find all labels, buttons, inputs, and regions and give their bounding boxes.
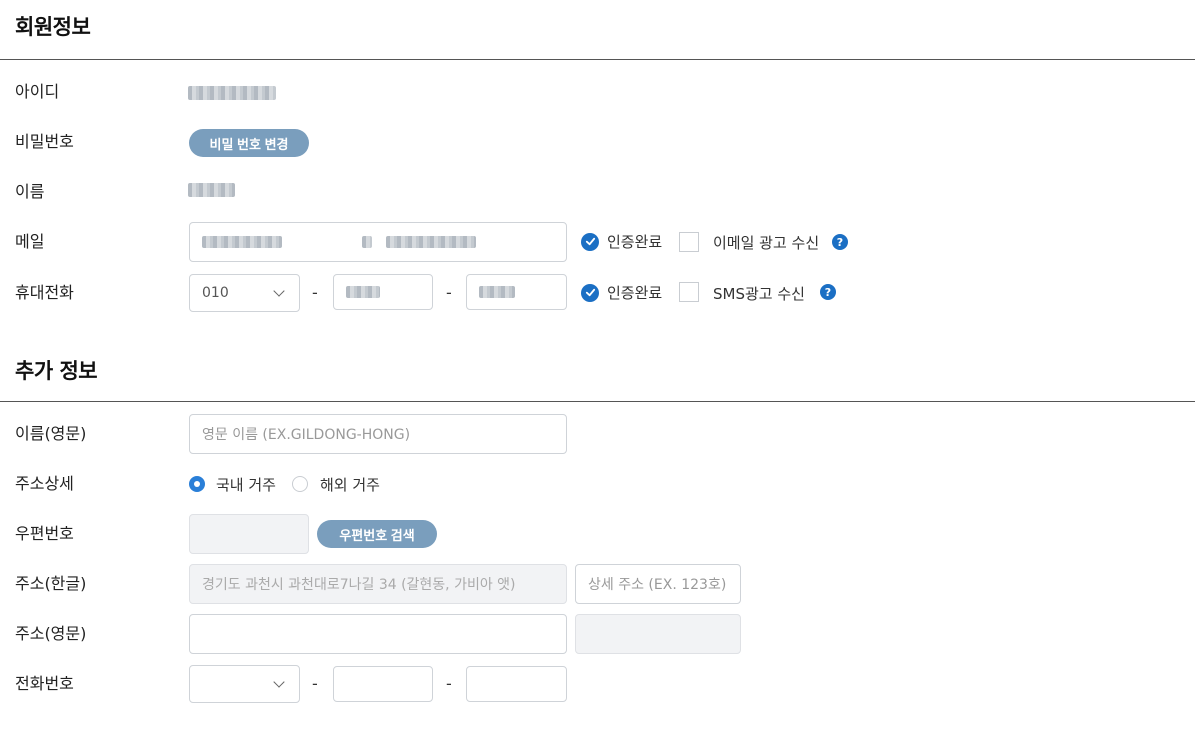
sms-ad-help-icon[interactable]: ?: [820, 284, 836, 300]
overseas-label: 해외 거주: [320, 476, 380, 494]
extra-info-title: 추가 정보: [15, 359, 98, 383]
masked-email-local: [202, 236, 282, 248]
english-name-placeholder: 영문 이름 (EX.GILDONG-HONG): [202, 427, 411, 443]
masked-phone-last: [479, 286, 515, 298]
masked-phone-middle: [346, 286, 380, 298]
email-ad-help-icon[interactable]: ?: [832, 234, 848, 250]
phone-verified-status: 인증완료: [581, 282, 662, 303]
masked-name-value: [188, 183, 235, 197]
tel-prefix-select[interactable]: [189, 665, 300, 703]
phone-last-input[interactable]: [466, 274, 567, 310]
overseas-radio[interactable]: [292, 476, 308, 492]
tel-separator-1: -: [312, 674, 318, 693]
email-label: 메일: [15, 232, 45, 251]
address-kr-input: 경기도 과천시 과천대로7나길 34 (갈현동, 가비아 앳): [189, 564, 567, 604]
chevron-down-icon: [273, 676, 285, 688]
masked-email-at: [362, 236, 372, 248]
extra-info-divider: [0, 401, 1195, 402]
zipcode-input: [189, 514, 309, 554]
check-circle-icon: [581, 283, 599, 302]
phone-separator-1: -: [312, 283, 318, 302]
member-info-title: 회원정보: [15, 15, 91, 39]
address-detail-placeholder: 상세 주소 (EX. 123호): [588, 577, 727, 593]
masked-email-domain: [386, 236, 476, 248]
address-en-label: 주소(영문): [15, 624, 87, 643]
zipcode-label: 우편번호: [15, 524, 74, 543]
phone-prefix-value: 010: [202, 285, 229, 301]
phone-label: 휴대전화: [15, 283, 74, 302]
tel-separator-2: -: [446, 674, 452, 693]
sms-ad-label: SMS광고 수신: [713, 285, 805, 303]
phone-separator-2: -: [446, 283, 452, 302]
tel-middle-input[interactable]: [333, 666, 433, 702]
member-info-divider: [0, 59, 1195, 60]
zipcode-search-button[interactable]: 우편번호 검색: [317, 520, 437, 548]
phone-verified-text: 인증완료: [607, 284, 663, 302]
domestic-radio[interactable]: [189, 476, 205, 492]
english-name-input[interactable]: 영문 이름 (EX.GILDONG-HONG): [189, 414, 567, 454]
tel-last-input[interactable]: [466, 666, 567, 702]
chevron-down-icon: [273, 285, 285, 297]
email-ad-label: 이메일 광고 수신: [713, 234, 820, 252]
address-type-label: 주소상세: [15, 474, 74, 493]
email-ad-checkbox[interactable]: [679, 232, 699, 252]
sms-ad-checkbox[interactable]: [679, 282, 699, 302]
email-input[interactable]: [189, 222, 567, 262]
address-kr-label: 주소(한글): [15, 574, 87, 593]
email-verified-status: 인증완료: [581, 231, 662, 252]
address-kr-placeholder: 경기도 과천시 과천대로7나길 34 (갈현동, 가비아 앳): [202, 577, 516, 593]
address-en-detail-input: [575, 614, 741, 654]
name-label: 이름: [15, 182, 45, 201]
password-label: 비밀번호: [15, 132, 74, 151]
masked-id-value: [188, 86, 276, 100]
change-password-button[interactable]: 비밀 번호 변경: [189, 129, 309, 157]
email-verified-text: 인증완료: [607, 233, 663, 251]
tel-label: 전화번호: [15, 674, 74, 693]
phone-middle-input[interactable]: [333, 274, 433, 310]
english-name-label: 이름(영문): [15, 424, 87, 443]
address-en-input[interactable]: [189, 614, 567, 654]
check-circle-icon: [581, 232, 599, 251]
domestic-label: 국내 거주: [216, 476, 276, 494]
address-detail-input[interactable]: 상세 주소 (EX. 123호): [575, 564, 741, 604]
phone-prefix-select[interactable]: 010: [189, 274, 300, 312]
id-label: 아이디: [15, 82, 60, 101]
